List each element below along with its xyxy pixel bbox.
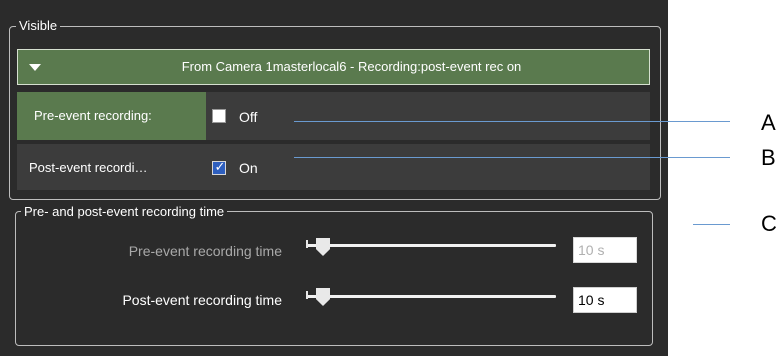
callout-a-label: A xyxy=(761,110,776,135)
post-event-time-slider-track[interactable] xyxy=(306,295,556,298)
pre-event-checkbox[interactable] xyxy=(212,109,226,123)
dropdown-title: From Camera 1masterlocal6 - Recording:po… xyxy=(181,59,522,74)
pre-event-time-input[interactable]: 10 s xyxy=(573,237,637,263)
callout-a-line xyxy=(294,121,730,122)
recording-time-group xyxy=(15,211,653,346)
post-event-time-input[interactable]: 10 s xyxy=(573,287,637,313)
recording-time-group-legend: Pre- and post-event recording time xyxy=(21,204,228,220)
pre-event-state-text: Off xyxy=(239,109,258,125)
pre-event-time-label: Pre-event recording time xyxy=(128,243,282,259)
visible-group-legend: Visible xyxy=(16,18,61,34)
callout-c-label: C xyxy=(761,211,777,236)
callout-b-label: B xyxy=(761,145,776,170)
settings-panel: Visible From Camera 1masterlocal6 - Reco… xyxy=(0,0,668,356)
recording-dropdown[interactable]: From Camera 1masterlocal6 - Recording:po… xyxy=(17,49,650,85)
checkmark-icon: ✓ xyxy=(214,159,226,174)
post-event-checkbox[interactable]: ✓ xyxy=(212,159,226,175)
chevron-down-icon[interactable] xyxy=(29,64,41,71)
post-event-slider-start-tick xyxy=(306,291,308,299)
pre-event-recording-label: Pre-event recording: xyxy=(34,108,152,123)
callout-b-line xyxy=(294,157,730,158)
post-event-state-text: On xyxy=(239,160,258,176)
pre-event-slider-start-tick xyxy=(306,240,308,248)
callout-c-line xyxy=(693,224,730,225)
post-event-time-label: Post-event recording time xyxy=(122,292,282,308)
post-event-recording-label: Post-event recordi… xyxy=(29,160,148,175)
pre-event-time-slider-track[interactable] xyxy=(306,244,556,247)
